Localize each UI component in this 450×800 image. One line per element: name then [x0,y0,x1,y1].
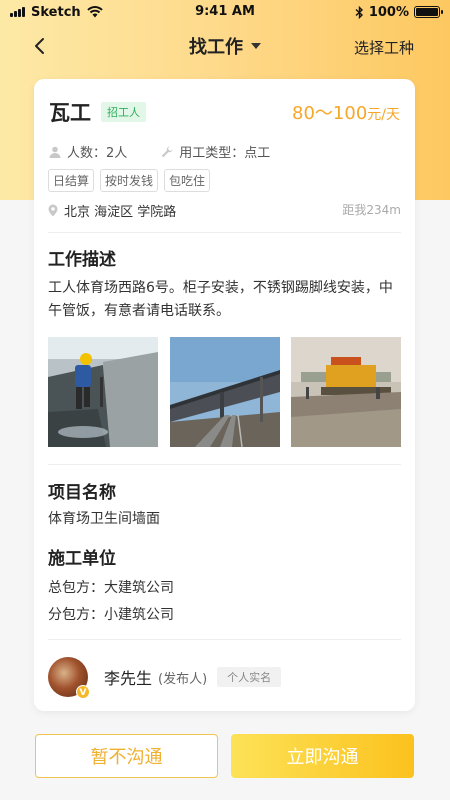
publisher-name: 李先生 [104,669,153,688]
select-trade-button[interactable]: 选择工种 [354,37,414,58]
location-text: 北京 海淀区 学院路 [64,205,177,220]
back-arrow-icon[interactable] [30,36,50,56]
location-pin-icon [48,204,58,217]
person-icon [49,146,61,158]
publisher-row[interactable]: V 李先生 (发布人) 个人实名 [48,657,282,699]
status-bar: Sketch 9:41 AM 100% [0,0,450,24]
job-detail-card: 瓦工 招工人 80～100元/天 人数：2人 用工类型：点工 日结算 按时发钱 … [34,79,415,711]
verified-badge: V [76,685,90,699]
page-title-dropdown[interactable]: 找工作 [189,33,261,59]
project-heading: 项目名称 [48,483,116,503]
tag-room-board: 包吃住 [164,169,211,192]
caret-down-icon [251,43,261,49]
verification-label: 个人实名 [217,667,282,687]
distance: 距我234m [342,203,401,217]
avatar: V [48,657,90,699]
tag-daily-settlement: 日结算 [48,169,95,192]
battery-icon [414,6,443,18]
photo-paving-machine[interactable] [291,337,401,447]
job-title: 瓦工 [49,101,91,125]
nav-bar: 找工作 选择工种 [0,24,450,68]
project-name: 体育场卫生间墙面 [48,511,160,527]
salary-range: 80～100 [292,103,368,124]
page-title: 找工作 [189,37,243,58]
sub-contractor: 分包方：小建筑公司 [48,607,174,623]
divider [48,232,401,233]
divider [48,639,401,640]
not-now-button[interactable]: 暂不沟通 [35,734,218,778]
photo-gallery [48,337,401,447]
description-text: 工人体育场西路6号。柜子安装，不锈钢踢脚线安装，中午管饭，有意者请电话联系。 [48,280,393,319]
location-row[interactable]: 北京 海淀区 学院路 距我234m [48,201,401,220]
headcount: 人数：2人 [67,146,128,161]
divider [48,464,401,465]
benefit-tags: 日结算 按时发钱 包吃住 [48,169,211,192]
recruit-badge: 招工人 [101,102,146,122]
general-contractor: 总包方：大建筑公司 [48,580,174,596]
wrench-icon [162,146,173,157]
photo-worker[interactable] [48,337,158,447]
salary-unit: 元/天 [367,107,400,123]
contractor-heading: 施工单位 [48,549,116,569]
salary: 80～100元/天 [292,99,400,125]
status-time: 9:41 AM [195,4,255,19]
tag-on-time-pay: 按时发钱 [100,169,159,192]
publisher-role: (发布人) [158,671,208,687]
description-heading: 工作描述 [48,250,116,270]
work-type: 用工类型：点工 [179,146,271,161]
photo-railway[interactable] [169,337,280,447]
contact-now-button[interactable]: 立即沟通 [231,734,414,778]
